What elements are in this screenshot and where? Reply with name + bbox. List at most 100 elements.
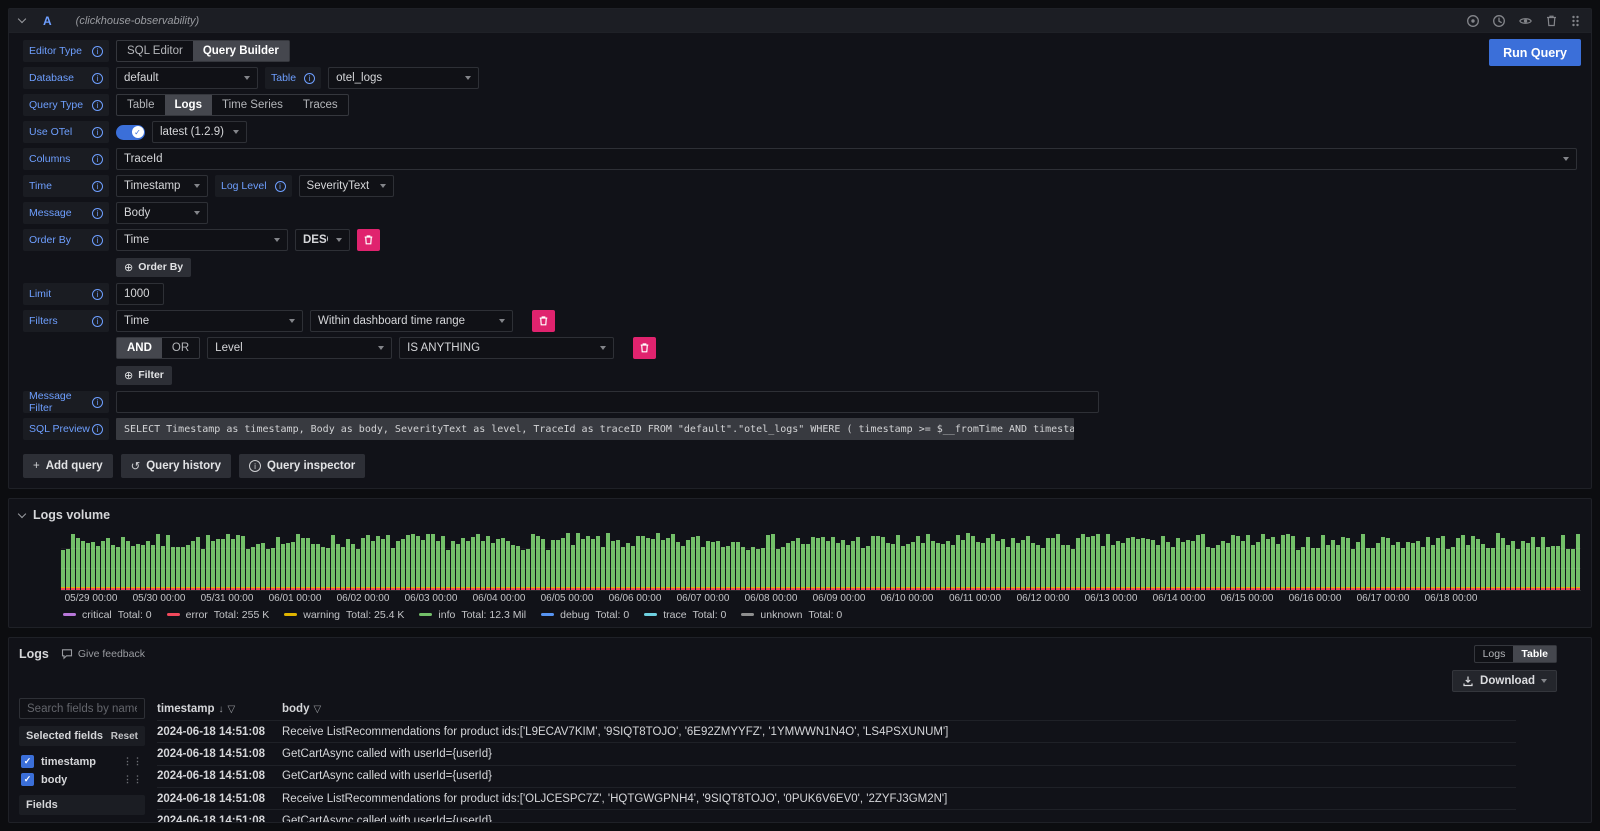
column-header-timestamp[interactable]: timestamp ↓ ▽: [157, 703, 282, 715]
volume-bar: [206, 535, 210, 590]
sort-desc-icon[interactable]: ↓: [219, 704, 224, 715]
legend-item-warning[interactable]: warningTotal: 25.4 K: [284, 609, 404, 621]
query-inspector-button[interactable]: i Query inspector: [239, 454, 365, 478]
add-filter-button[interactable]: ⊕ Filter: [116, 366, 172, 385]
otel-version-select[interactable]: latest (1.2.9): [152, 121, 247, 143]
selected-field-timestamp[interactable]: ✓timestamp⋮⋮: [21, 755, 143, 768]
reset-button[interactable]: Reset: [111, 731, 138, 742]
table-row[interactable]: 2024-06-18 14:51:08GetCartAsync called w…: [157, 765, 1516, 787]
table-row[interactable]: 2024-06-18 14:51:08Receive ListRecommend…: [157, 720, 1516, 742]
query-ref-id: A: [43, 14, 52, 28]
filter2-operator-select[interactable]: IS ANYTHING: [399, 337, 614, 359]
message-filter-input[interactable]: [116, 391, 1099, 413]
selected-field-body[interactable]: ✓body⋮⋮: [21, 773, 143, 786]
run-query-button[interactable]: Run Query: [1489, 39, 1581, 66]
drag-handle-icon[interactable]: ⋮⋮: [123, 774, 143, 785]
collapse-chevron-icon[interactable]: [18, 15, 26, 23]
filter-funnel-icon[interactable]: ▽: [228, 704, 236, 715]
checkbox-checked[interactable]: ✓: [21, 773, 34, 786]
filter-operator-select[interactable]: Within dashboard time range: [310, 310, 513, 332]
order-by-field-select[interactable]: Time: [116, 229, 288, 251]
button-label: Download: [1480, 675, 1535, 687]
error-segment: [1376, 588, 1380, 590]
add-query-button[interactable]: + Add query: [23, 454, 113, 478]
time-column-select[interactable]: Timestamp: [116, 175, 208, 197]
view-option-logs[interactable]: Logs: [1475, 646, 1514, 662]
give-feedback-link[interactable]: Give feedback: [61, 648, 145, 660]
drag-handle-icon[interactable]: ⋮⋮: [123, 756, 143, 767]
history-icon[interactable]: [1492, 14, 1506, 28]
info-icon[interactable]: i: [92, 424, 103, 435]
info-icon[interactable]: i: [304, 73, 315, 84]
info-icon[interactable]: i: [92, 181, 103, 192]
error-segment: [901, 588, 905, 590]
option-sql-editor[interactable]: SQL Editor: [117, 41, 193, 61]
view-option-table[interactable]: Table: [1513, 646, 1556, 662]
search-fields-input[interactable]: [19, 698, 145, 719]
query-header[interactable]: A (clickhouse-observability): [9, 9, 1591, 33]
x-axis-tick: 06/17 00:00: [1357, 593, 1410, 604]
download-button[interactable]: Download: [1452, 670, 1557, 692]
filter-field-select[interactable]: Time: [116, 310, 303, 332]
log-level-select[interactable]: SeverityText: [299, 175, 394, 197]
status-icon[interactable]: [1466, 14, 1480, 28]
filter2-field-select[interactable]: Level: [207, 337, 392, 359]
chart-plot-area[interactable]: 20 K10 K0: [61, 529, 1581, 591]
volume-bar: [1291, 536, 1295, 590]
info-icon[interactable]: i: [275, 181, 286, 192]
use-otel-toggle[interactable]: ✓: [116, 125, 145, 140]
add-order-by-button[interactable]: ⊕ Order By: [116, 258, 191, 277]
legend-item-trace[interactable]: traceTotal: 0: [644, 609, 726, 621]
message-column-select[interactable]: Body: [116, 202, 208, 224]
legend-item-critical[interactable]: criticalTotal: 0: [63, 609, 152, 621]
hide-response-eye-icon[interactable]: [1518, 14, 1533, 28]
database-select[interactable]: default: [116, 67, 258, 89]
table-select[interactable]: otel_logs: [328, 67, 479, 89]
query-history-button[interactable]: ↺ Query history: [121, 454, 231, 478]
option-or[interactable]: OR: [162, 338, 199, 358]
volume-bar: [501, 538, 505, 591]
info-icon[interactable]: i: [92, 154, 103, 165]
legend-item-error[interactable]: errorTotal: 255 K: [167, 609, 270, 621]
field-label-query-type: Query Type i: [23, 94, 109, 116]
datasource-name: (clickhouse-observability): [76, 15, 200, 27]
info-icon[interactable]: i: [92, 316, 103, 327]
info-icon[interactable]: i: [92, 397, 103, 408]
info-icon[interactable]: i: [92, 208, 103, 219]
info-icon[interactable]: i: [92, 289, 103, 300]
option-and[interactable]: AND: [117, 338, 162, 358]
info-icon[interactable]: i: [92, 100, 103, 111]
limit-input[interactable]: [116, 283, 164, 305]
table-row[interactable]: 2024-06-18 14:51:08Receive ListRecommend…: [157, 787, 1516, 809]
volume-bar: [1446, 549, 1450, 590]
column-header-body[interactable]: body ▽: [282, 703, 321, 715]
remove-filter-button[interactable]: [532, 310, 555, 332]
remove-filter2-button[interactable]: [633, 337, 656, 359]
info-icon[interactable]: i: [92, 46, 103, 57]
table-row[interactable]: 2024-06-18 14:51:08GetCartAsync called w…: [157, 809, 1516, 823]
option-logs[interactable]: Logs: [165, 95, 212, 115]
columns-multiselect[interactable]: TraceId: [116, 148, 1577, 170]
logs-volume-header[interactable]: Logs volume: [19, 505, 1581, 525]
table-row[interactable]: 2024-06-18 14:51:08GetCartAsync called w…: [157, 742, 1516, 764]
info-icon[interactable]: i: [92, 235, 103, 246]
option-traces[interactable]: Traces: [293, 95, 348, 115]
info-icon[interactable]: i: [92, 127, 103, 138]
error-segment: [836, 588, 840, 590]
delete-query-trash-icon[interactable]: [1545, 14, 1558, 28]
order-direction-select[interactable]: DESC: [295, 229, 350, 251]
error-segment: [866, 588, 870, 590]
info-icon[interactable]: i: [92, 73, 103, 84]
drag-handle-icon[interactable]: [1570, 14, 1581, 28]
option-query-builder[interactable]: Query Builder: [193, 41, 289, 61]
checkbox-checked[interactable]: ✓: [21, 755, 34, 768]
x-axis-tick: 06/09 00:00: [813, 593, 866, 604]
option-time-series[interactable]: Time Series: [212, 95, 293, 115]
legend-item-info[interactable]: infoTotal: 12.3 Mil: [419, 609, 526, 621]
remove-order-by-button[interactable]: [357, 229, 380, 251]
collapse-chevron-icon[interactable]: [18, 509, 26, 517]
option-table[interactable]: Table: [117, 95, 165, 115]
legend-item-unknown[interactable]: unknownTotal: 0: [741, 609, 842, 621]
legend-item-debug[interactable]: debugTotal: 0: [541, 609, 629, 621]
filter-funnel-icon[interactable]: ▽: [313, 704, 321, 715]
